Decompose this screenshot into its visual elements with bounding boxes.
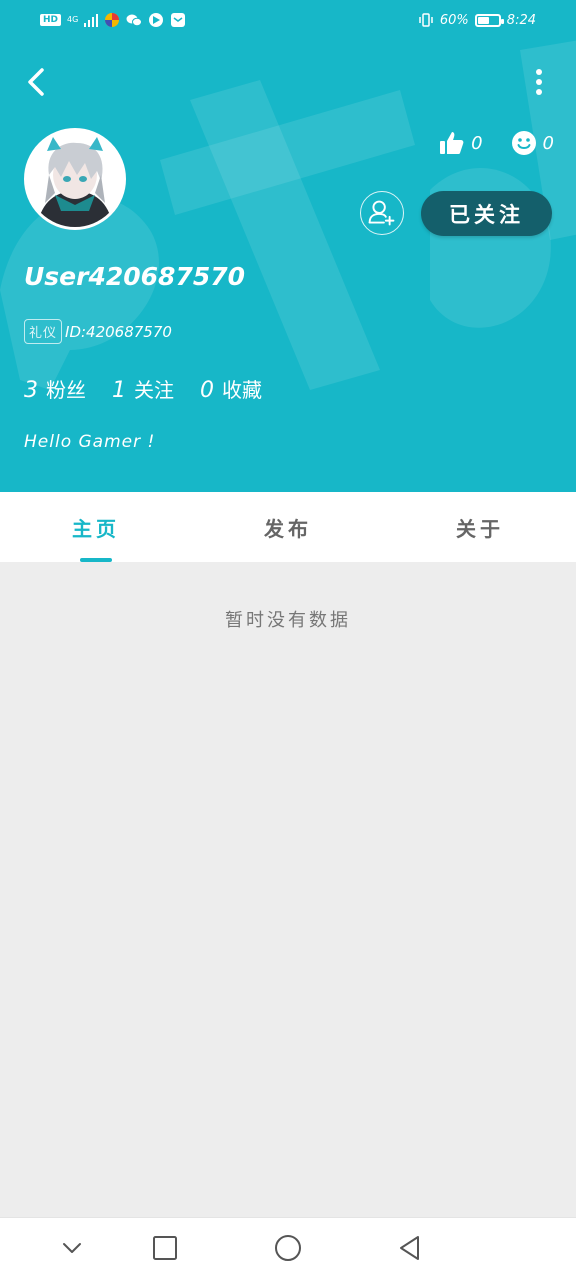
nav-home-button[interactable] (272, 1232, 304, 1264)
smile-icon (511, 131, 536, 155)
nav-recents-button[interactable] (149, 1232, 181, 1264)
app-notification-icon (149, 13, 164, 27)
add-user-icon (368, 200, 395, 226)
clock: 8:24 (506, 12, 536, 28)
vibrate-icon (419, 13, 433, 27)
signal-icon (84, 13, 99, 27)
back-button[interactable] (20, 62, 56, 102)
following-label: 关注 (134, 378, 174, 402)
fans-label: 粉丝 (46, 378, 86, 402)
system-nav-bar (0, 1217, 576, 1280)
like-stat[interactable]: 0 (439, 130, 483, 156)
battery-icon (474, 13, 504, 27)
like-count: 0 (471, 132, 483, 154)
triangle-back-icon (400, 1236, 419, 1260)
network-type: 4G (67, 15, 79, 24)
thumbs-up-icon (440, 132, 464, 154)
status-bar-left: HD 4G (40, 10, 186, 30)
avatar[interactable] (24, 128, 126, 230)
circle-icon (275, 1235, 301, 1261)
smile-count: 0 (542, 132, 554, 154)
add-friend-button[interactable] (360, 191, 404, 235)
id-row: 礼仪 ID:420687570 (24, 319, 172, 344)
wechat-icon (126, 14, 143, 27)
favorites-count[interactable]: 0 收藏 (200, 374, 262, 403)
chevron-down-icon (63, 1243, 81, 1253)
battery-fill (477, 16, 489, 24)
battery-percent: 60% (439, 12, 469, 28)
following-number: 1 (112, 378, 126, 403)
tab-home[interactable]: 主页 (0, 492, 192, 562)
mail-icon (171, 13, 186, 27)
tab-about-label: 关于 (456, 516, 504, 541)
user-id: ID:420687570 (65, 322, 172, 341)
smile-stat[interactable]: 0 (511, 130, 554, 156)
tab-about[interactable]: 关于 (384, 492, 576, 562)
more-button[interactable] (532, 66, 546, 98)
profile-tabs: 主页 发布 关于 (0, 492, 576, 562)
user-badge: 礼仪 (24, 319, 63, 344)
tab-home-label: 主页 (72, 516, 120, 541)
profile-screen: HD 4G 60% 8:24 0 0 已关注 User420687570 礼仪 … (0, 0, 576, 1280)
tab-content: 暂时没有数据 (0, 562, 576, 1217)
app-notification-icon (105, 13, 120, 27)
follow-button[interactable]: 已关注 (421, 191, 552, 236)
status-bar-right: 60% 8:24 (418, 10, 536, 30)
avatar-image (27, 131, 123, 227)
follow-counts: 3 粉丝 1 关注 0 收藏 (24, 374, 262, 403)
reaction-stats: 0 0 (439, 130, 554, 156)
square-icon (153, 1236, 177, 1260)
favorites-label: 收藏 (222, 378, 262, 402)
nav-back-button[interactable] (393, 1232, 425, 1264)
nav-hide-button[interactable] (56, 1232, 88, 1264)
fans-count[interactable]: 3 粉丝 (24, 374, 86, 403)
chevron-left-icon (28, 68, 44, 96)
tab-posts[interactable]: 发布 (192, 492, 384, 562)
profile-header: HD 4G 60% 8:24 0 0 已关注 User420687570 礼仪 … (0, 0, 576, 492)
empty-state-message: 暂时没有数据 (225, 610, 351, 631)
following-count[interactable]: 1 关注 (112, 374, 174, 403)
more-vertical-icon (536, 69, 542, 95)
status-bar: HD 4G 60% 8:24 (0, 0, 576, 40)
username: User420687570 (24, 262, 246, 291)
tab-posts-label: 发布 (264, 516, 312, 541)
hd-badge: HD (40, 14, 62, 26)
fans-number: 3 (24, 378, 38, 403)
bio: Hello Gamer ! (24, 432, 156, 452)
favorites-number: 0 (200, 378, 214, 403)
